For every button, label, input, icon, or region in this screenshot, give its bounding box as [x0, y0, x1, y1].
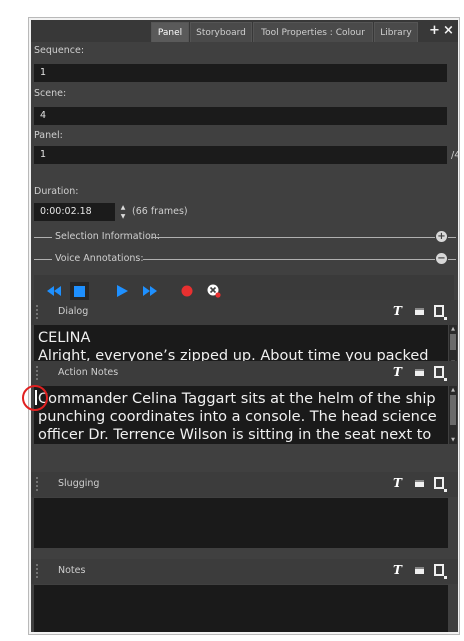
divider	[34, 237, 52, 238]
scroll-thumb[interactable]	[450, 395, 456, 425]
divider	[448, 259, 456, 260]
text-format-icon[interactable]: T	[393, 476, 402, 490]
menu-icon[interactable]	[434, 366, 447, 381]
window-icon[interactable]	[415, 369, 424, 376]
record-icon[interactable]	[179, 283, 195, 299]
scroll-up-icon[interactable]: ▲	[449, 325, 457, 333]
scene-label: Scene:	[34, 88, 67, 99]
drag-handle[interactable]	[35, 476, 39, 492]
drag-handle[interactable]	[35, 365, 39, 381]
divider	[151, 237, 435, 238]
scroll-up-icon[interactable]: ▲	[449, 386, 457, 394]
slugging-title: Slugging	[58, 478, 100, 489]
notes-text-area[interactable]	[34, 585, 448, 632]
divider	[143, 259, 435, 260]
dialog-header: Dialog T	[31, 300, 458, 325]
selection-information-toggle[interactable]: Selection Information: +	[31, 230, 458, 244]
slugging-header: Slugging T	[31, 472, 458, 497]
divider	[34, 259, 52, 260]
action-notes-text-area[interactable]: Commander Celina Taggart sits at the hel…	[34, 386, 448, 444]
fast-forward-icon[interactable]	[142, 283, 158, 299]
panel-field[interactable]: 1	[34, 146, 447, 164]
scroll-thumb[interactable]	[450, 334, 456, 350]
play-icon[interactable]	[114, 283, 130, 299]
duration-label: Duration:	[34, 186, 79, 197]
action-notes-scrollbar[interactable]: ▲ ▼	[449, 386, 457, 444]
duration-field[interactable]: 0:00:02.18	[34, 203, 115, 221]
sequence-label: Sequence:	[34, 45, 85, 56]
collapse-icon[interactable]: −	[436, 253, 447, 264]
voice-annotations-toggle[interactable]: Voice Annotations: −	[31, 252, 458, 266]
dialog-title: Dialog	[58, 306, 89, 317]
sequence-field[interactable]: 1	[34, 64, 447, 82]
action-notes-header: Action Notes T	[31, 361, 458, 386]
tab-bar: Panel Storyboard Tool Properties : Colou…	[31, 20, 458, 42]
window-icon[interactable]	[415, 567, 424, 574]
tab-tool-properties[interactable]: Tool Properties : Colour	[253, 22, 373, 42]
tab-storyboard[interactable]: Storyboard	[190, 22, 252, 42]
add-tab-icon[interactable]: +	[429, 23, 440, 39]
duration-frames: (66 frames)	[132, 206, 188, 217]
voice-annotations-label: Voice Annotations:	[55, 253, 144, 264]
action-notes-title: Action Notes	[58, 367, 119, 378]
notes-header: Notes T	[31, 559, 458, 584]
delete-recording-icon[interactable]	[206, 283, 222, 299]
selection-information-label: Selection Information:	[55, 231, 160, 242]
notes-title: Notes	[58, 565, 86, 576]
rewind-icon[interactable]	[46, 283, 62, 299]
scroll-down-icon[interactable]: ▼	[449, 436, 457, 444]
slugging-text-area[interactable]	[34, 498, 448, 548]
panel-view: Panel Storyboard Tool Properties : Colou…	[31, 20, 458, 632]
stop-button[interactable]	[70, 282, 89, 301]
stop-icon	[74, 286, 85, 297]
close-icon[interactable]: ×	[443, 23, 454, 39]
menu-icon[interactable]	[434, 564, 447, 579]
scene-field[interactable]: 4	[34, 107, 447, 125]
panel-label: Panel:	[34, 130, 63, 141]
text-format-icon[interactable]: T	[393, 304, 402, 318]
divider	[448, 237, 456, 238]
text-format-icon[interactable]: T	[393, 563, 402, 577]
expand-icon[interactable]: +	[436, 231, 447, 242]
drag-handle[interactable]	[35, 304, 39, 320]
panel-count: /4	[451, 150, 458, 161]
duration-stepper[interactable]: ▲ ▼	[119, 203, 127, 221]
tab-library[interactable]: Library	[374, 22, 418, 42]
window-icon[interactable]	[415, 480, 424, 487]
menu-icon[interactable]	[434, 305, 447, 320]
drag-handle[interactable]	[35, 563, 39, 579]
window-icon[interactable]	[415, 308, 424, 315]
text-cursor-icon	[34, 390, 37, 405]
tab-panel[interactable]: Panel	[151, 22, 189, 42]
menu-icon[interactable]	[434, 477, 447, 492]
text-format-icon[interactable]: T	[393, 365, 402, 379]
